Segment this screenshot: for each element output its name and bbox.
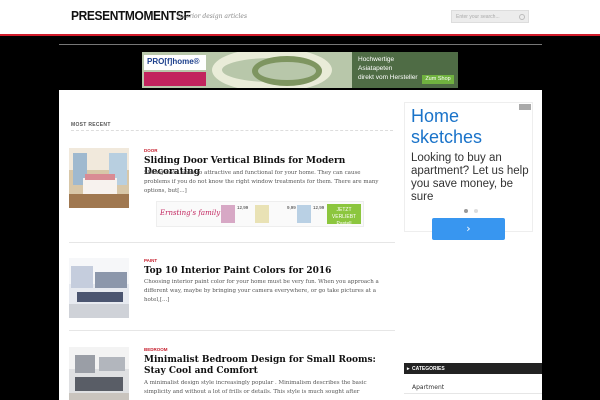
sidebar-ad-body: Looking to buy an apartment? Let us help… — [411, 152, 529, 203]
post-excerpt: Choosing interior paint color for your h… — [144, 279, 379, 303]
content-area: MOST RECENT DOOR Sliding Door Vertical B… — [59, 90, 542, 400]
post-category[interactable]: DOOR — [144, 148, 158, 153]
post-title[interactable]: Minimalist Bedroom Design for Small Room… — [144, 355, 384, 377]
post-item: BEDROOM Minimalist Bedroom Design for Sm… — [69, 347, 395, 400]
categories-widget-title: ▸ CATEGORIES — [404, 363, 542, 374]
post-thumbnail[interactable] — [69, 258, 129, 318]
inline-ad-price: 9,99 — [287, 205, 296, 210]
main-column: MOST RECENT DOOR Sliding Door Vertical B… — [59, 90, 397, 400]
search-icon[interactable] — [519, 14, 525, 20]
section-title: MOST RECENT — [71, 122, 111, 128]
category-divider — [404, 393, 542, 394]
post-thumbnail[interactable] — [69, 347, 129, 400]
inline-ad-price: 12,99 — [237, 205, 249, 210]
sidebar-ad-next-button[interactable]: › — [432, 218, 505, 240]
banner-brand-logo: PRO[f]home® — [144, 55, 206, 70]
banner-wallpaper-pattern-inner — [252, 56, 322, 86]
header-accent-line — [0, 34, 600, 36]
post-divider — [69, 330, 395, 331]
carousel-dot[interactable] — [474, 209, 478, 213]
site-logo[interactable]: PRESENTMOMENTSF — [71, 8, 191, 23]
site-header: PRESENTMOMENTSF Interior design articles… — [0, 0, 600, 34]
section-divider — [71, 130, 393, 131]
post-excerpt: Sliding door looks so attractive and fun… — [144, 170, 379, 194]
banner-text: Hochwertige Asiatapeten direkt vom Herst… — [358, 56, 418, 81]
banner-product-image — [144, 72, 206, 86]
inline-ad-brand: Ernsting's family — [160, 209, 221, 217]
inline-ad-badge: JETZT VERLIEBT Pastell — [327, 204, 361, 226]
post-category[interactable]: BEDROOM — [144, 347, 168, 352]
inline-ad-price: 12,99 — [313, 205, 325, 210]
nav-divider — [59, 44, 542, 45]
list-icon: ▸ — [407, 366, 410, 372]
sidebar-ad[interactable]: Home sketches Looking to buy an apartmen… — [404, 102, 533, 232]
inline-ad-product-image — [255, 205, 269, 223]
post-category[interactable]: PAINT — [144, 258, 157, 263]
categories-title: CATEGORIES — [412, 366, 445, 372]
inline-ad-product-image — [297, 205, 311, 223]
top-banner-ad[interactable]: PRO[f]home® Hochwertige Asiatapeten dire… — [142, 52, 458, 88]
category-link[interactable]: Apartment — [412, 384, 444, 391]
inline-ad[interactable]: Ernsting's family 12,99 9,99 12,99 JETZT… — [156, 201, 364, 227]
carousel-dot[interactable] — [464, 209, 468, 213]
sidebar-ad-title: Home sketches — [411, 106, 483, 147]
post-excerpt: A minimalist design style increasingly p… — [144, 380, 367, 395]
banner-shop-button[interactable]: Zum Shop — [422, 75, 454, 84]
post-divider — [69, 242, 395, 243]
sidebar: Home sketches Looking to buy an apartmen… — [404, 90, 542, 400]
inline-ad-product-image — [221, 205, 235, 223]
post-thumbnail[interactable] — [69, 148, 129, 208]
post-item: PAINT Top 10 Interior Paint Colors for 2… — [69, 258, 395, 328]
post-title[interactable]: Top 10 Interior Paint Colors for 2016 — [144, 266, 384, 277]
site-tagline: Interior design articles — [177, 13, 248, 20]
search-input[interactable]: Enter your search... — [451, 10, 529, 23]
search-placeholder: Enter your search... — [456, 14, 500, 20]
